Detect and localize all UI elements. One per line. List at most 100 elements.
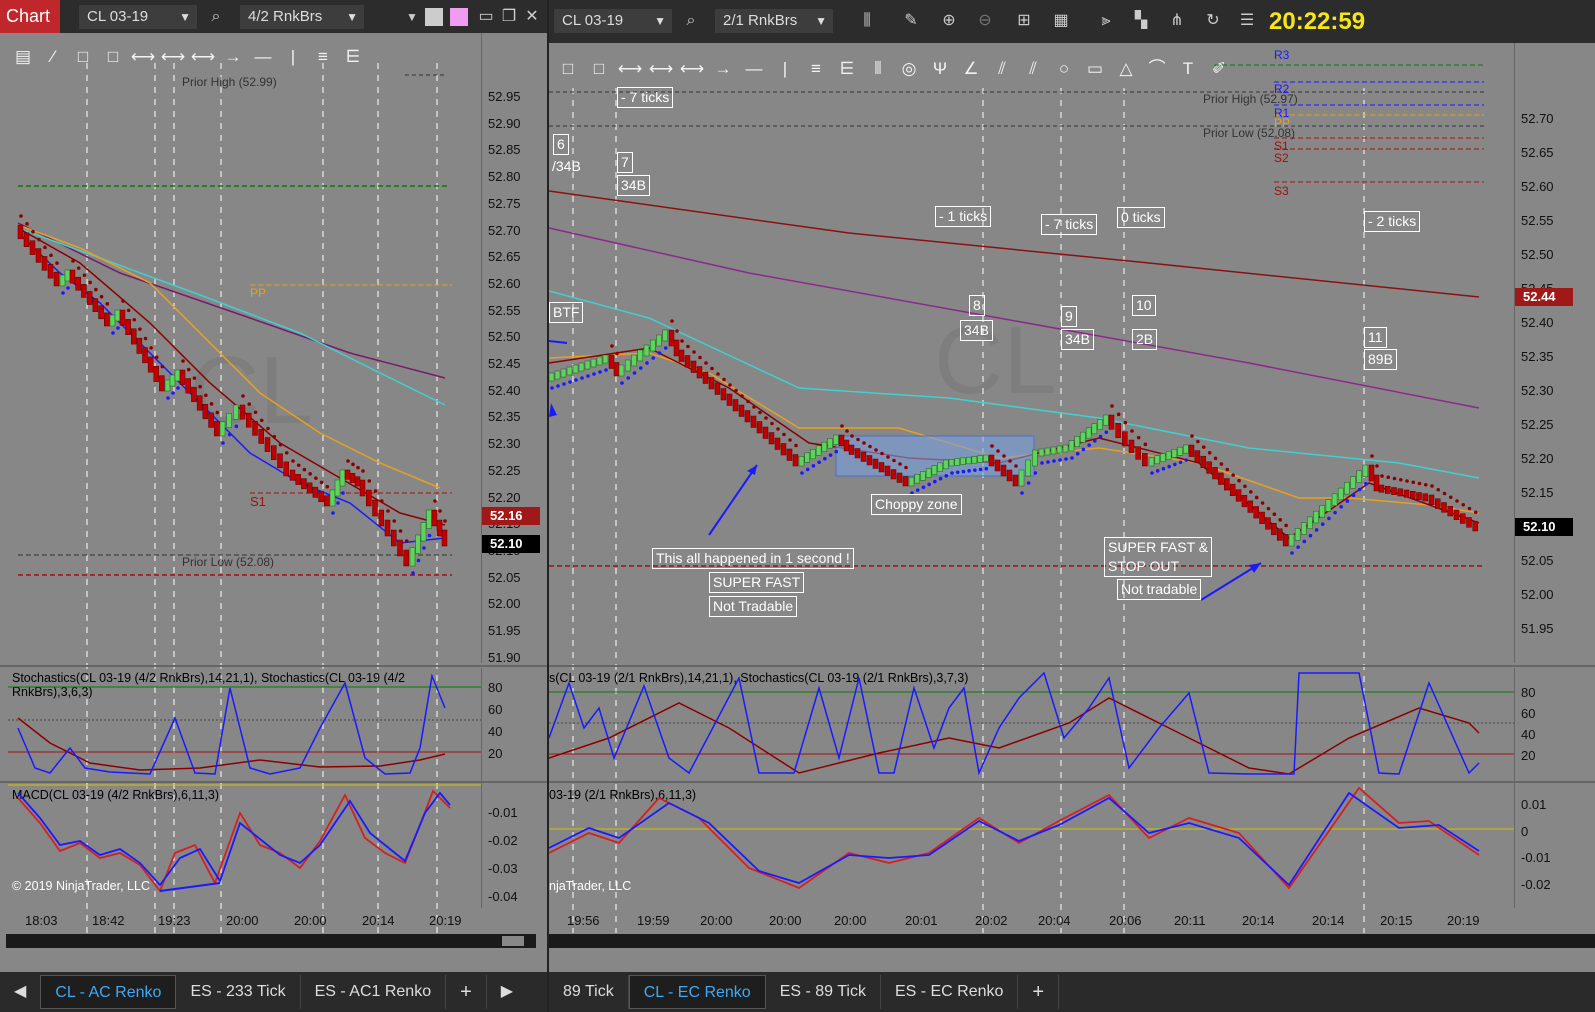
chart-annotation[interactable]: - 2 ticks — [1364, 211, 1421, 232]
chart-annotation[interactable]: 34B — [617, 175, 650, 196]
search-icon[interactable]: ⌕ — [679, 9, 703, 33]
maximize-icon[interactable]: ❐ — [497, 5, 521, 29]
data-box-icon[interactable]: ▦ — [1049, 9, 1073, 33]
chart-annotation[interactable]: BTF — [549, 302, 584, 323]
dropdown-chevron-icon[interactable]: ▼ — [400, 5, 424, 29]
scroll-thumb[interactable] — [502, 936, 524, 946]
trail-dot — [840, 424, 844, 428]
add-tab-button[interactable]: + — [1018, 975, 1060, 1009]
trail-dot — [76, 266, 81, 270]
renko-bar — [602, 354, 609, 364]
time-tick: 20:04 — [1038, 913, 1071, 928]
renko-bar — [306, 482, 313, 494]
tab-cl-ec-renko[interactable]: CL - EC Renko — [628, 975, 766, 1009]
chart-annotation[interactable]: Not tradable — [1117, 579, 1202, 600]
trail-dot — [94, 287, 98, 292]
tab-cl-ac-renko[interactable]: CL - AC Renko — [40, 975, 177, 1009]
color-swatch-pink[interactable] — [450, 8, 468, 26]
trail-dot — [1093, 439, 1097, 443]
strategies-icon[interactable]: ⋔ — [1165, 9, 1189, 33]
chart-annotation[interactable]: 8 — [969, 295, 985, 316]
renko-bar — [64, 269, 71, 282]
close-icon[interactable]: ✕ — [520, 5, 544, 29]
chart-annotation[interactable]: 11 — [1364, 327, 1387, 348]
chart-annotation[interactable]: - 1 ticks — [935, 206, 992, 227]
renko-bar — [780, 443, 787, 456]
chart-annotation[interactable]: 0 ticks — [1117, 207, 1165, 228]
chart-annotation[interactable]: SUPER FAST — [709, 572, 805, 593]
zoom-in-icon[interactable]: ⊕ — [937, 9, 961, 33]
left-bartype-selector[interactable]: 4/2 RnkBrs ▼ — [240, 5, 364, 29]
chart-annotation[interactable]: 6 — [553, 134, 569, 155]
chart-annotation[interactable]: 9 — [1061, 306, 1077, 327]
right-chart-window: CL 03-19 ▼ ⌕ 2/1 RnkBrs ▼ ⫼ ✎ ⊕ ⊖ ⊞ ▦ ⫸ ▚ … — [549, 0, 1595, 1012]
chart-annotation[interactable]: 89B — [1364, 349, 1397, 370]
time-tick: 20:02 — [975, 913, 1008, 928]
renko-bar — [1397, 488, 1403, 497]
left-scrollbar[interactable] — [6, 934, 536, 948]
price-tick: 52.20 — [488, 489, 521, 505]
crosshair-icon[interactable]: ⊞ — [1012, 9, 1036, 33]
renko-bar — [329, 489, 336, 507]
chart-annotation[interactable]: SUPER FAST & STOP OUT — [1104, 537, 1213, 577]
chart-annotation[interactable]: 7 — [617, 152, 633, 173]
trail-dot — [160, 364, 165, 369]
tab-89-tick[interactable]: 89 Tick — [549, 975, 629, 1009]
templates-icon[interactable]: ▚ — [1129, 9, 1153, 33]
search-icon[interactable]: ⌕ — [204, 5, 228, 29]
chart-annotation[interactable]: This all happened in 1 second ! — [652, 548, 854, 569]
renko-bar — [756, 421, 763, 434]
trail-dot — [955, 470, 960, 475]
minimize-icon[interactable]: ▭ — [474, 5, 498, 29]
chart-annotation[interactable]: - 7 ticks — [617, 87, 674, 108]
chart-menu-button[interactable]: Chart — [0, 0, 60, 33]
renko-bar — [324, 495, 330, 507]
chart-annotation[interactable]: - 7 ticks — [1041, 214, 1098, 235]
tab-scroll-right-icon[interactable]: ▶ — [487, 975, 527, 1009]
right-macd-plot — [549, 786, 1514, 890]
chart-annotation[interactable]: /34B — [549, 157, 584, 176]
pencil-icon[interactable]: ✎ — [899, 9, 923, 33]
reload-icon[interactable]: ↻ — [1201, 9, 1225, 33]
indicators-icon[interactable]: ⫸ — [1094, 9, 1118, 33]
price-tick: 52.30 — [1521, 383, 1554, 398]
price-tick: 52.65 — [1521, 145, 1554, 160]
renko-bar — [1148, 457, 1155, 467]
price-tick: 52.90 — [488, 115, 521, 131]
chart-annotation[interactable]: Not Tradable — [709, 596, 798, 617]
chart-annotation[interactable]: 34B — [1061, 329, 1094, 350]
add-tab-button[interactable]: + — [446, 975, 487, 1009]
trail-dot — [346, 459, 350, 463]
chart-annotation[interactable]: Choppy zone — [871, 494, 962, 515]
left-instrument-selector[interactable]: CL 03-19 ▼ — [79, 5, 197, 29]
renko-bar — [750, 415, 757, 428]
right-scrollbar[interactable] — [549, 934, 1595, 948]
right-bartype-selector[interactable]: 2/1 RnkBrs ▼ — [715, 9, 833, 33]
properties-icon[interactable]: ☰ — [1235, 9, 1259, 33]
renko-bar — [258, 429, 264, 444]
renko-bar — [1068, 440, 1075, 452]
renko-bar — [1044, 447, 1051, 456]
renko-bar — [35, 248, 42, 263]
trail-dot — [291, 459, 295, 463]
color-swatch-gray[interactable] — [425, 8, 443, 26]
tab-scroll-left-icon[interactable]: ◀ — [0, 975, 40, 1009]
chart-annotation[interactable]: 2B — [1132, 329, 1158, 350]
trail-dot — [620, 381, 624, 385]
right-instrument-selector[interactable]: CL 03-19 ▼ — [554, 9, 672, 33]
trail-dot — [1351, 493, 1356, 498]
bar-style-icon[interactable]: ⫼ — [855, 9, 879, 33]
zoom-out-icon[interactable]: ⊖ — [973, 9, 997, 33]
tab-es-233-tick[interactable]: ES - 233 Tick — [176, 975, 301, 1009]
chart-annotation[interactable]: 10 — [1132, 295, 1156, 316]
tab-es-ac1-renko[interactable]: ES - AC1 Renko — [301, 975, 447, 1009]
renko-bar — [925, 468, 932, 478]
renko-bar — [1441, 502, 1447, 513]
renko-bar — [289, 469, 296, 481]
stoch-tick: 80 — [1521, 685, 1536, 700]
tab-es-89-tick[interactable]: ES - 89 Tick — [766, 975, 881, 1009]
tab-es-ec-renko[interactable]: ES - EC Renko — [881, 975, 1019, 1009]
chart-annotation[interactable]: 34B — [960, 320, 993, 341]
renko-bar — [1410, 491, 1416, 499]
price-tick: 52.50 — [1521, 247, 1554, 262]
